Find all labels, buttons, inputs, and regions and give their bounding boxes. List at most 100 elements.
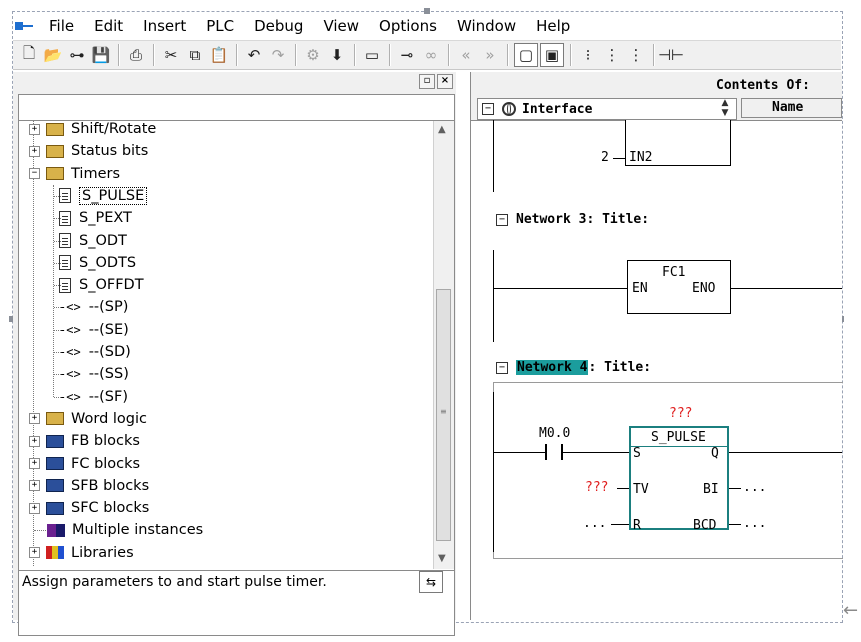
tree-item-libraries[interactable]: + Libraries (29, 543, 134, 563)
monitor-icon[interactable]: ▭ (361, 44, 383, 66)
details-icon[interactable]: ▣ (540, 43, 564, 67)
menu-plc[interactable]: PLC (196, 17, 244, 35)
accessible-nodes-icon[interactable]: ⊶ (66, 44, 88, 66)
online-icon[interactable]: ⊸ (396, 44, 418, 66)
expand-icon[interactable]: + (29, 480, 40, 492)
glasses-icon[interactable]: ∞ (420, 44, 442, 66)
cut-icon[interactable]: ✂ (160, 44, 182, 66)
tree-item-s-pulse[interactable]: S_PULSE (59, 186, 148, 206)
tree-item-label: SFB blocks (71, 477, 150, 494)
title-separator: : (586, 212, 603, 227)
redo-icon[interactable]: ↷ (267, 44, 289, 66)
toolbar-separator (118, 44, 119, 66)
tree-item-s-odts[interactable]: S_ODTS (59, 253, 136, 273)
expand-icon[interactable]: + (29, 123, 40, 135)
tree-item-label: FB blocks (71, 433, 140, 450)
tree-item-se[interactable]: -<> --(SE) (59, 320, 129, 340)
collapse-icon[interactable]: − (482, 103, 494, 115)
bcd-parameter[interactable]: ... (743, 516, 766, 531)
contact-icon[interactable]: ⊣⊢ (658, 44, 684, 66)
element-description-panel: Assign parameters to and start pulse tim… (19, 570, 454, 611)
tree-item-sp[interactable]: -<> --(SP) (59, 297, 128, 317)
tree-item-sd[interactable]: -<> --(SD) (59, 342, 131, 362)
tv-parameter[interactable]: ??? (585, 480, 608, 495)
s-pulse-block[interactable]: S_PULSE S TV R Q BI BCD (629, 426, 729, 533)
tree-scrollbar[interactable]: ▲ ≡ ▼ (433, 121, 454, 569)
new-icon[interactable]: 🗋 (18, 44, 40, 66)
download-icon[interactable]: ⬇ (326, 44, 348, 66)
back-arrow-icon[interactable]: ← (843, 600, 858, 621)
collapse-icon[interactable]: − (496, 213, 508, 226)
tree-item-shift-rotate[interactable]: + Shift/Rotate (29, 121, 156, 139)
tree-item-label: S_OFFDT (79, 277, 144, 294)
compile-icon[interactable]: ⚙ (302, 44, 324, 66)
menu-options[interactable]: Options (369, 17, 447, 35)
copy-icon[interactable]: ⧉ (184, 44, 206, 66)
network3-header[interactable]: − Network 3 : Title: (496, 212, 649, 227)
tree-item-label: --(SS) (88, 366, 129, 383)
expand-icon[interactable]: + (29, 413, 40, 425)
tree-icon[interactable]: ⋮ (625, 44, 647, 66)
branch-icon[interactable]: ⋮ (601, 44, 623, 66)
timer-address[interactable]: ??? (669, 406, 692, 421)
tree-item-ss[interactable]: -<> --(SS) (59, 364, 129, 384)
menu-file[interactable]: File (39, 17, 84, 35)
tree-item-fc-blocks[interactable]: + FC blocks (29, 454, 140, 474)
fc1-block[interactable]: FC1 EN ENO (627, 260, 731, 314)
tree-item-s-odt[interactable]: S_ODT (59, 231, 127, 251)
menu-view[interactable]: View (313, 17, 369, 35)
scroll-down-icon[interactable]: ▼ (438, 553, 446, 564)
instances-icon (47, 523, 65, 537)
expand-icon[interactable]: + (29, 502, 40, 514)
tree-item-fb-blocks[interactable]: + FB blocks (29, 431, 140, 451)
tree-item-sf[interactable]: -<> --(SF) (59, 387, 128, 407)
open-icon[interactable]: 📂 (42, 44, 64, 66)
expand-icon[interactable]: + (29, 547, 40, 559)
tree-item-s-offdt[interactable]: S_OFFDT (59, 275, 144, 295)
app-icon (15, 19, 33, 33)
undo-icon[interactable]: ↶ (243, 44, 265, 66)
tree-item-label: SFC blocks (71, 500, 150, 517)
menu-edit[interactable]: Edit (84, 17, 133, 35)
expand-icon[interactable]: + (29, 458, 40, 469)
r-parameter[interactable]: ... (583, 516, 606, 531)
expand-icon[interactable]: + (29, 435, 40, 447)
tree-item-status-bits[interactable]: + Status bits (29, 141, 148, 161)
program-elements-pane: ▫ × + Shift/Rotate + Status bits − Timers S_PU… (13, 72, 456, 636)
prev-icon[interactable]: « (455, 44, 477, 66)
menu-insert[interactable]: Insert (133, 17, 196, 35)
collapse-icon[interactable]: − (496, 361, 508, 374)
menu-debug[interactable]: Debug (244, 17, 313, 35)
scroll-thumb[interactable]: ≡ (436, 289, 451, 541)
tree-item-timers[interactable]: − Timers (29, 164, 120, 184)
next-icon[interactable]: » (479, 44, 501, 66)
print-icon[interactable]: ⎙ (125, 44, 147, 66)
paste-icon[interactable]: 📋 (208, 44, 230, 66)
save-icon[interactable]: 💾 (90, 44, 112, 66)
tree-item-sfc-blocks[interactable]: + SFC blocks (29, 498, 149, 518)
spin-arrows-icon[interactable]: ▲ ▼ (716, 98, 734, 118)
network4-header[interactable]: − Network 4 : Title: (496, 360, 651, 375)
in2-constant[interactable]: 2 (601, 150, 609, 165)
expand-icon[interactable]: + (29, 145, 40, 157)
bit-logic-icon[interactable]: ⁝ (577, 44, 599, 66)
block-folder-icon (46, 457, 64, 470)
help-arrows-icon[interactable]: ⇆ (419, 571, 443, 593)
tree-item-sfb-blocks[interactable]: + SFB blocks (29, 476, 149, 496)
interface-label: Interface (522, 101, 593, 117)
bi-wire (729, 488, 741, 489)
menu-window[interactable]: Window (447, 17, 526, 35)
restore-pane-button[interactable]: ▫ (419, 74, 435, 89)
overview-icon[interactable]: ▢ (514, 43, 538, 67)
tree-item-s-pext[interactable]: S_PEXT (59, 208, 132, 228)
collapse-icon[interactable]: − (29, 168, 40, 180)
interface-tree-item[interactable]: − Interface (477, 98, 737, 120)
scroll-up-icon[interactable]: ▲ (438, 124, 446, 135)
tree-item-word-logic[interactable]: + Word logic (29, 409, 147, 429)
contact-address[interactable]: M0.0 (539, 426, 570, 441)
close-pane-button[interactable]: × (437, 74, 453, 89)
name-column-header[interactable]: Name (741, 98, 842, 118)
menu-help[interactable]: Help (526, 17, 580, 35)
tree-item-multiple-instances[interactable]: Multiple instances (47, 520, 203, 540)
bi-parameter[interactable]: ... (743, 480, 766, 495)
